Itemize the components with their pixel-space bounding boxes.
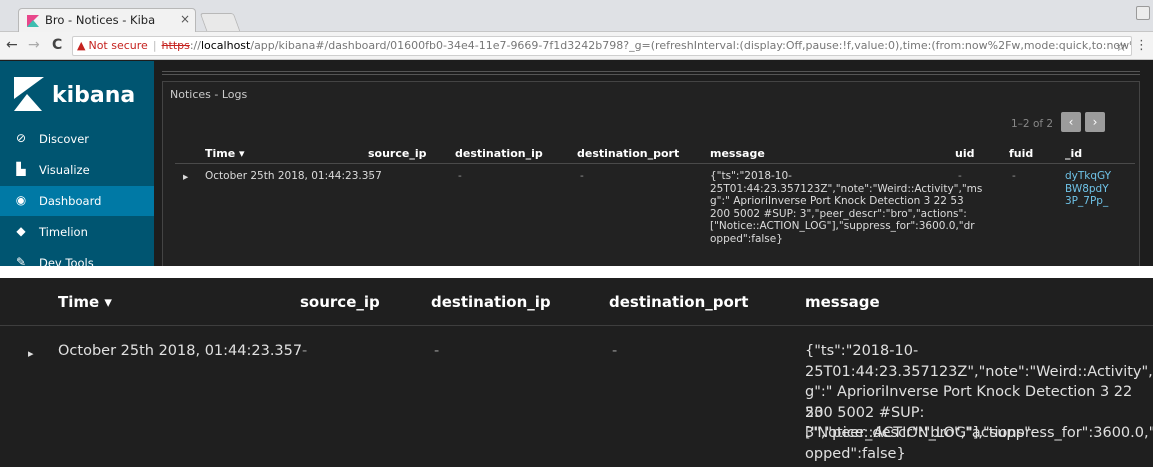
sidebar-item-label: Visualize xyxy=(39,163,90,177)
cell-message-line: opped":false} xyxy=(805,445,906,462)
url-path: /app/kibana#/dashboard/01600fb0-34e4-11e… xyxy=(250,39,1132,52)
notices-logs-panel: Notices - Logs 1–2 of 2 ‹ › Time ▾ sourc… xyxy=(162,81,1140,266)
dashboard-icon: ◉ xyxy=(15,193,27,207)
column-destination-port[interactable]: destination_port xyxy=(577,147,679,160)
column-time[interactable]: Time ▾ xyxy=(205,147,245,160)
browser-toolbar: ← → C ▲ Not secure | https://localhost/app/… xyxy=(0,32,1153,60)
column-message[interactable]: message xyxy=(710,147,765,160)
column-destination-ip[interactable]: destination_ip xyxy=(431,293,551,311)
wrench-icon: ✎ xyxy=(15,255,27,266)
next-page-button[interactable]: › xyxy=(1085,112,1105,132)
sidebar-item-timelion[interactable]: ◆ Timelion xyxy=(0,217,154,247)
cell-source-ip: - xyxy=(368,170,372,182)
cell-message-line: ["Notice::ACTION_LOG"],"suppress_for":36… xyxy=(805,425,1153,441)
cell-destination-port: - xyxy=(612,343,618,359)
browser-screenshot: Bro - Notices - Kiba × ← → C ▲ Not secure… xyxy=(0,0,1153,266)
cell-message-line: {"ts":"2018-10- xyxy=(805,343,919,359)
cell-message-line: 25T01:44:23.357123Z","note":"Weird::Acti… xyxy=(805,363,1153,380)
sidebar-item-dev-tools[interactable]: ✎ Dev Tools xyxy=(0,248,154,266)
security-label: Not secure xyxy=(88,39,148,52)
cell-destination-ip: - xyxy=(458,170,462,182)
column-destination-ip[interactable]: destination_ip xyxy=(455,147,543,160)
cell-message-line: {"ts":"2018-10- xyxy=(710,170,792,182)
sidebar-item-label: Dev Tools xyxy=(39,256,94,266)
bookmark-star-icon[interactable]: ☆ xyxy=(1115,39,1127,55)
cell-destination-ip: - xyxy=(434,343,440,359)
kibana-sidebar: kibana ⊘ Discover ▙ Visualize ◉ Dashboar… xyxy=(0,61,154,266)
new-tab-button[interactable] xyxy=(199,13,241,31)
table-row[interactable]: ▸ October 25th 2018, 01:44:23.357 - - - … xyxy=(175,170,1135,266)
app-name: kibana xyxy=(52,83,136,108)
table-header: Time ▾ source_ip destination_ip destinat… xyxy=(0,278,1153,326)
url-scheme: https xyxy=(161,39,190,52)
pagination-count: 1–2 of 2 xyxy=(1011,118,1054,130)
sidebar-item-dashboard[interactable]: ◉ Dashboard xyxy=(0,186,154,216)
cell-message-line: ["Notice::ACTION_LOG"],"suppress_for":36… xyxy=(710,220,975,232)
sidebar-item-label: Timelion xyxy=(39,225,88,239)
cell-id-line: 3P_7Pp_ xyxy=(1065,195,1109,207)
column-id[interactable]: _id xyxy=(1065,147,1082,160)
tab-close-icon[interactable]: × xyxy=(180,12,190,26)
cell-message-line: 25T01:44:23.357123Z","note":"Weird::Acti… xyxy=(710,182,983,195)
column-fuid[interactable]: fuid xyxy=(1009,147,1033,160)
warning-icon: ▲ xyxy=(77,39,86,52)
expand-row-icon[interactable]: ▸ xyxy=(183,171,188,184)
column-uid[interactable]: uid xyxy=(955,147,974,160)
bar-chart-icon: ▙ xyxy=(16,162,26,176)
cell-time: October 25th 2018, 01:44:23.357 xyxy=(58,343,303,359)
tab-bar: Bro - Notices - Kiba × xyxy=(0,0,1153,32)
sidebar-item-label: Dashboard xyxy=(39,194,102,208)
reload-icon[interactable]: C xyxy=(52,37,62,53)
cell-message-line: 200 5002 #SUP: 3","peer_descr":"bro","ac… xyxy=(710,207,967,220)
cell-destination-port: - xyxy=(580,170,584,182)
cell-fuid: - xyxy=(1012,170,1016,182)
cell-uid: - xyxy=(958,170,962,182)
cell-message-line: g":" AprioriInverse Port Knock Detection… xyxy=(710,195,964,207)
cell-id-line: BW8pdY xyxy=(1065,182,1109,195)
kibana-favicon-icon xyxy=(27,15,39,27)
sidebar-item-label: Discover xyxy=(39,132,90,146)
zoomed-table-screenshot: Time ▾ source_ip destination_ip destinat… xyxy=(0,278,1153,467)
sidebar-item-discover[interactable]: ⊘ Discover xyxy=(0,124,154,154)
column-time[interactable]: Time ▾ xyxy=(58,293,112,311)
cell-source-ip: - xyxy=(302,343,308,359)
column-destination-port[interactable]: destination_port xyxy=(609,293,748,311)
panel-title: Notices - Logs xyxy=(170,88,248,101)
table-header: Time ▾ source_ip destination_ip destinat… xyxy=(175,142,1135,164)
cell-message-line: opped":false} xyxy=(710,232,783,245)
back-icon[interactable]: ← xyxy=(6,37,18,53)
browser-tab[interactable]: Bro - Notices - Kiba × xyxy=(18,8,196,32)
table-row[interactable]: ▸ October 25th 2018, 01:44:23.357 - - - … xyxy=(0,326,1153,467)
column-message[interactable]: message xyxy=(805,293,880,311)
url-host: localhost xyxy=(200,39,251,52)
prev-page-button[interactable]: ‹ xyxy=(1061,112,1081,132)
tab-title: Bro - Notices - Kiba xyxy=(45,13,156,27)
browser-menu-icon[interactable]: ⋮ xyxy=(1135,38,1148,53)
sidebar-item-visualize[interactable]: ▙ Visualize xyxy=(0,155,154,185)
column-source-ip[interactable]: source_ip xyxy=(368,147,427,160)
expand-row-icon[interactable]: ▸ xyxy=(28,344,34,365)
dashboard-content: Notices - Logs 1–2 of 2 ‹ › Time ▾ sourc… xyxy=(154,61,1153,266)
divider xyxy=(162,71,1140,75)
kibana-logo-icon xyxy=(14,77,44,111)
timelion-icon: ◆ xyxy=(16,224,26,238)
kibana-brand[interactable]: kibana xyxy=(14,77,144,113)
address-bar[interactable]: ▲ Not secure | https://localhost/app/kibana… xyxy=(72,36,1132,56)
compass-icon: ⊘ xyxy=(15,131,27,145)
forward-icon[interactable]: → xyxy=(28,37,40,53)
window-control-icon[interactable] xyxy=(1136,6,1150,20)
column-source-ip[interactable]: source_ip xyxy=(300,293,380,311)
cell-time: October 25th 2018, 01:44:23.357 xyxy=(205,170,382,182)
cell-id-line: dyTkqGY xyxy=(1065,170,1112,182)
